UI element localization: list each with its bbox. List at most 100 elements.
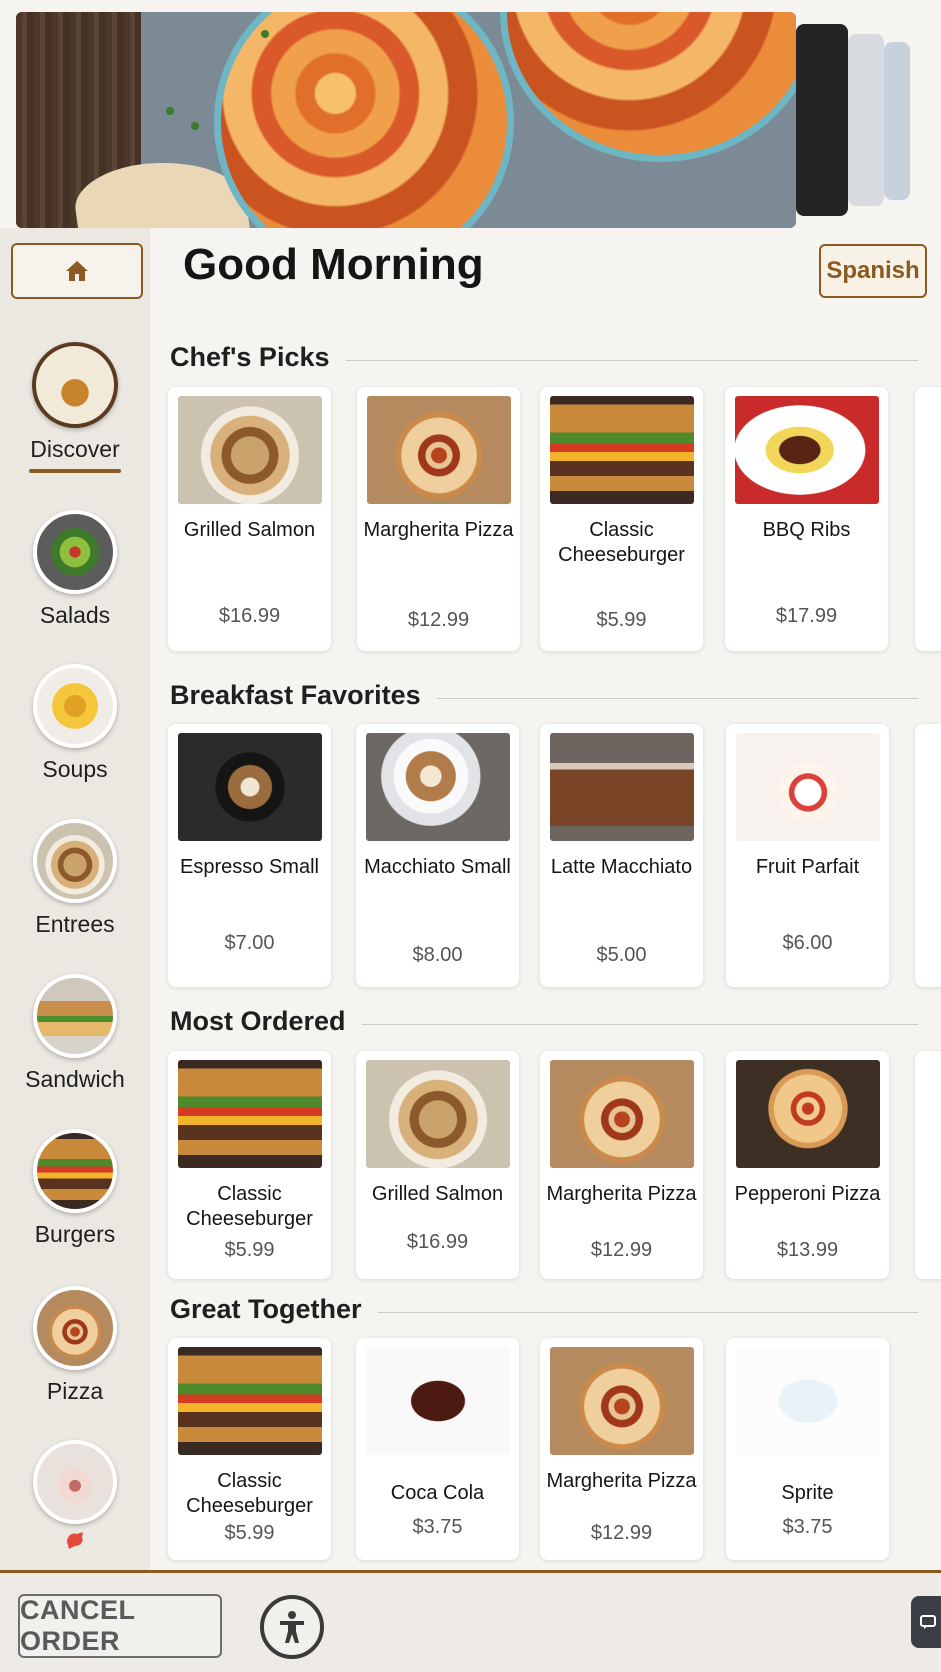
banner-stack-card[interactable] — [884, 42, 910, 200]
menu-item-card[interactable]: Margherita Pizza $12.99 — [357, 387, 520, 651]
item-name: Pepperoni Pizza — [734, 1183, 881, 1205]
item-price: $3.75 — [782, 1516, 833, 1538]
item-price: $5.99 — [224, 1522, 275, 1544]
item-name: Grilled Salmon — [371, 1183, 504, 1205]
promo-banner[interactable] — [16, 12, 796, 228]
accessibility-button[interactable] — [260, 1595, 324, 1659]
item-name: Macchiato Small — [364, 856, 511, 878]
item-price: $12.99 — [590, 1522, 653, 1544]
sidebar-item-burgers[interactable]: Burgers — [0, 1129, 150, 1248]
sidebar-item-desserts[interactable] — [0, 1440, 150, 1555]
macchiato-image — [365, 733, 510, 841]
menu-item-card-partial[interactable] — [915, 1051, 941, 1279]
menu-item-card-partial[interactable] — [915, 387, 941, 651]
home-icon — [66, 261, 88, 281]
language-button[interactable]: Spanish — [819, 244, 927, 298]
item-name: Classic Cheeseburger — [186, 1183, 313, 1230]
herb-garnish — [261, 30, 269, 38]
menu-item-card[interactable]: Classic Cheeseburger $5.99 — [540, 387, 703, 651]
section-title: Breakfast Favorites — [170, 680, 437, 711]
desserts-icon — [33, 1440, 117, 1524]
burgers-icon — [33, 1129, 117, 1213]
margherita-pizza-image — [366, 396, 511, 504]
sidebar-item-sandwich[interactable]: Sandwich — [0, 974, 150, 1093]
item-name: Margherita Pizza — [546, 1470, 697, 1492]
item-price: $3.75 — [412, 1516, 463, 1538]
item-name: Espresso Small — [180, 856, 319, 878]
pizza-icon — [33, 1286, 117, 1370]
sidebar-item-label: Sandwich — [25, 1066, 125, 1092]
item-price: $13.99 — [776, 1239, 839, 1261]
sidebar-item-label: Entrees — [35, 911, 115, 937]
page-title: Good Morning — [183, 240, 484, 289]
grilled-salmon-image — [177, 396, 322, 504]
soup-bowl-image — [500, 12, 796, 162]
margherita-pizza-image — [549, 1060, 694, 1168]
menu-item-card[interactable]: Latte Macchiato $5.00 — [540, 724, 703, 987]
item-price: $12.99 — [590, 1239, 653, 1261]
menu-item-card[interactable]: Pepperoni Pizza $13.99 — [726, 1051, 889, 1279]
menu-item-card[interactable]: Sprite $3.75 — [726, 1338, 889, 1560]
cheeseburger-image — [177, 1060, 322, 1168]
accessibility-icon — [280, 1611, 304, 1643]
menu-item-card[interactable]: Classic Cheeseburger $5.99 — [168, 1051, 331, 1279]
menu-item-card[interactable]: Espresso Small $7.00 — [168, 724, 331, 987]
menu-item-card[interactable]: Grilled Salmon $16.99 — [356, 1051, 519, 1279]
item-price: $8.00 — [412, 944, 463, 966]
menu-item-card[interactable]: Macchiato Small $8.00 — [356, 724, 519, 987]
menu-item-card[interactable]: Grilled Salmon $16.99 — [168, 387, 331, 651]
item-name: Latte Macchiato — [550, 856, 693, 878]
pepperoni-pizza-image — [735, 1060, 880, 1168]
menu-item-card[interactable]: Coca Cola $3.75 — [356, 1338, 519, 1560]
home-button[interactable] — [11, 243, 143, 299]
sidebar-item-label: Salads — [39, 602, 111, 628]
item-price: $5.99 — [224, 1239, 275, 1261]
menu-item-card[interactable]: Margherita Pizza $12.99 — [540, 1051, 703, 1279]
cancel-order-button[interactable]: CANCEL ORDER — [18, 1594, 222, 1658]
sidebar-item-pizza[interactable]: Pizza — [0, 1286, 150, 1405]
bbq-ribs-image — [734, 396, 879, 504]
soups-icon — [33, 664, 117, 748]
sidebar-item-label: Burgers — [34, 1221, 116, 1247]
latte-macchiato-image — [549, 733, 694, 841]
item-price: $5.99 — [596, 609, 647, 631]
sidebar-item-salads[interactable]: Salads — [0, 510, 150, 629]
sandwich-icon — [33, 974, 117, 1058]
menu-item-card[interactable]: BBQ Ribs $17.99 — [725, 387, 888, 651]
menu-item-card[interactable]: Classic Cheeseburger $5.99 — [168, 1338, 331, 1560]
item-name: Margherita Pizza — [363, 519, 514, 541]
menu-item-card[interactable]: Fruit Parfait $6.00 — [726, 724, 889, 987]
herb-garnish — [166, 107, 174, 115]
chat-icon — [920, 1615, 936, 1629]
coca-cola-image — [365, 1347, 510, 1455]
cheeseburger-image — [549, 396, 694, 504]
herb-garnish — [191, 122, 199, 130]
sidebar-item-soups[interactable]: Soups — [0, 664, 150, 783]
item-price: $16.99 — [218, 605, 281, 627]
item-name: BBQ Ribs — [762, 519, 851, 541]
sidebar-item-discover[interactable]: Discover — [0, 342, 150, 473]
item-price: $5.00 — [596, 944, 647, 966]
cheeseburger-image — [177, 1347, 322, 1455]
item-price: $17.99 — [775, 605, 838, 627]
sidebar-item-label: Discover — [30, 436, 120, 462]
sidebar-item-entrees[interactable]: Entrees — [0, 819, 150, 938]
sidebar-item-label: Pizza — [46, 1378, 104, 1404]
menu-item-card-partial[interactable] — [915, 724, 941, 987]
help-chat-tab[interactable] — [911, 1596, 941, 1648]
sidebar-item-label: Soups — [42, 756, 108, 782]
pointer-hand-icon — [67, 1532, 83, 1549]
fruit-parfait-image — [735, 733, 880, 841]
grilled-salmon-image — [365, 1060, 510, 1168]
discover-icon — [32, 342, 118, 428]
menu-item-card[interactable]: Margherita Pizza $12.99 — [540, 1338, 703, 1560]
espresso-image — [177, 733, 322, 841]
item-name: Grilled Salmon — [183, 519, 316, 541]
banner-stack-card[interactable] — [796, 24, 848, 216]
item-price: $16.99 — [406, 1231, 469, 1253]
item-price: $12.99 — [407, 609, 470, 631]
item-name: Coca Cola — [390, 1482, 485, 1504]
margherita-pizza-image — [549, 1347, 694, 1455]
sprite-image — [735, 1347, 880, 1455]
banner-stack-card[interactable] — [848, 34, 884, 206]
